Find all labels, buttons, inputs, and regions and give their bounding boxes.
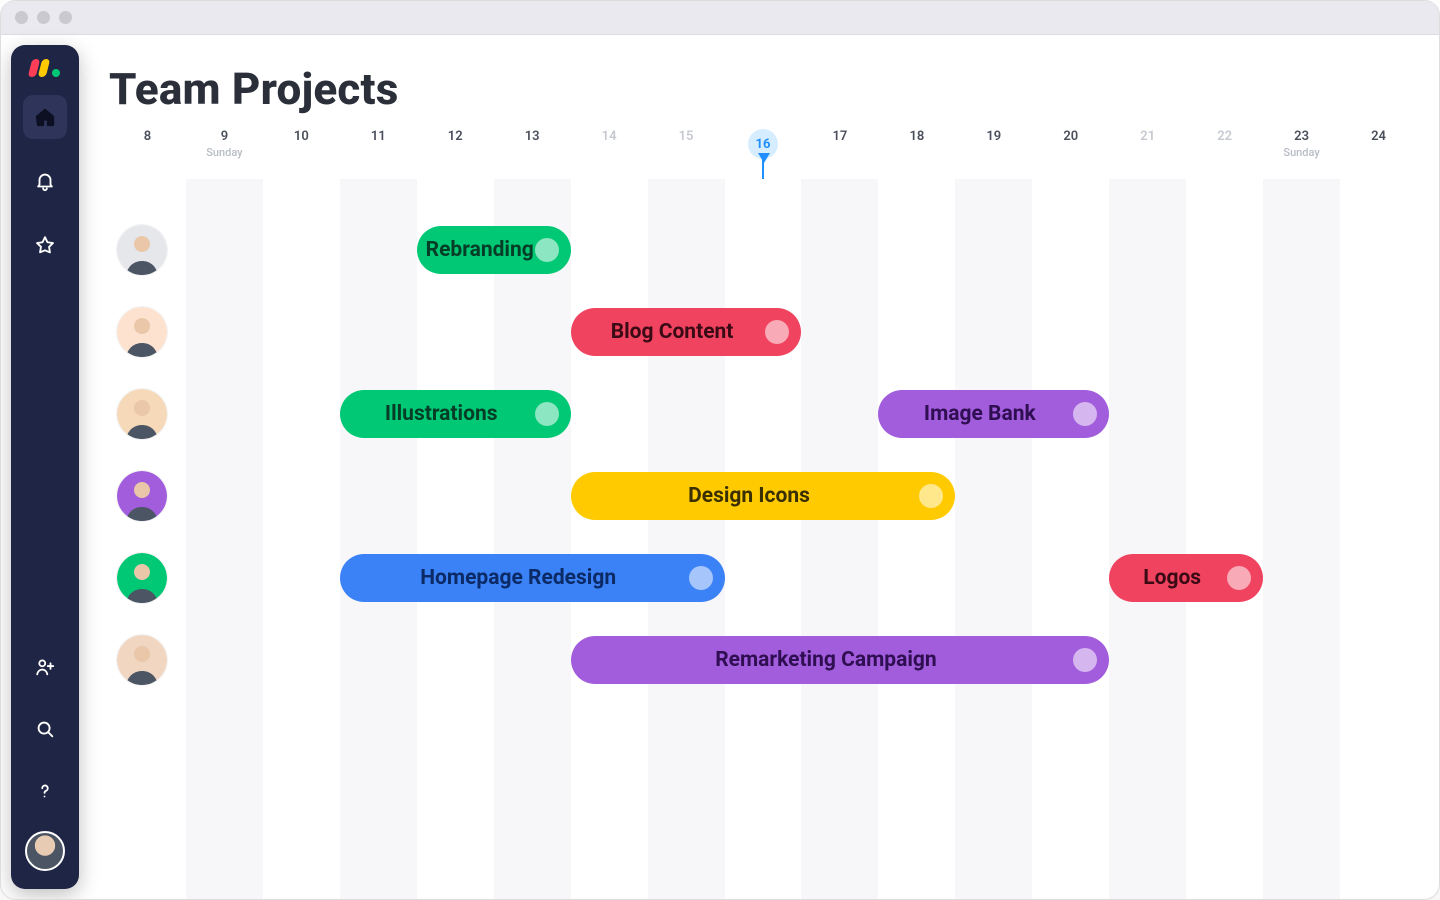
day-label[interactable]: 22	[1186, 129, 1263, 144]
day-label[interactable]: 18	[878, 129, 955, 144]
nav-home[interactable]	[23, 95, 67, 139]
task-bar[interactable]: Rebranding	[417, 226, 571, 274]
task-label: Design Icons	[688, 484, 810, 508]
nav-favorites[interactable]	[23, 223, 67, 267]
minimize-dot[interactable]	[37, 11, 50, 24]
timeline-rows: Rebranding Blog Content Illustrations Image…	[109, 209, 1417, 701]
bell-icon	[34, 170, 56, 192]
main: Team Projects 89Sunday101112131415161718…	[79, 35, 1439, 899]
home-icon	[34, 106, 56, 128]
zoom-dot[interactable]	[59, 11, 72, 24]
sidebar-bottom	[23, 645, 67, 877]
help-icon	[34, 780, 56, 802]
task-resize-handle[interactable]	[689, 566, 713, 590]
day-label[interactable]: 19	[955, 129, 1032, 144]
task-label: Remarketing Campaign	[715, 648, 936, 672]
timeline-row: Homepage Redesign Logos	[109, 537, 1417, 619]
task-resize-handle[interactable]	[1073, 648, 1097, 672]
user-plus-icon	[34, 656, 56, 678]
timeline-row: Design Icons	[109, 455, 1417, 537]
task-bar[interactable]: Logos	[1109, 554, 1263, 602]
assignee-avatar[interactable]	[117, 307, 167, 357]
day-label[interactable]: 10	[263, 129, 340, 144]
sidebar-nav	[11, 95, 79, 267]
current-user-avatar[interactable]	[25, 831, 65, 871]
day-label[interactable]: 20	[1032, 129, 1109, 144]
task-resize-handle[interactable]	[919, 484, 943, 508]
nav-notifications[interactable]	[23, 159, 67, 203]
task-label: Homepage Redesign	[420, 566, 616, 590]
timeline-row: Blog Content	[109, 291, 1417, 373]
task-label: Illustrations	[385, 402, 498, 426]
assignee-avatar[interactable]	[117, 471, 167, 521]
day-label[interactable]: 15	[648, 129, 725, 144]
titlebar	[1, 1, 1439, 35]
assignee-avatar[interactable]	[117, 553, 167, 603]
day-label[interactable]: 23Sunday	[1263, 129, 1340, 159]
day-label[interactable]: 13	[494, 129, 571, 144]
task-resize-handle[interactable]	[765, 320, 789, 344]
search-icon	[34, 718, 56, 740]
window-controls	[15, 11, 72, 24]
task-resize-handle[interactable]	[535, 402, 559, 426]
task-bar[interactable]: Blog Content	[571, 308, 802, 356]
assignee-avatar[interactable]	[117, 635, 167, 685]
nav-search[interactable]	[23, 707, 67, 751]
day-label[interactable]: 11	[340, 129, 417, 144]
task-resize-handle[interactable]	[1073, 402, 1097, 426]
task-label: Logos	[1143, 566, 1201, 590]
app-body: Team Projects 89Sunday101112131415161718…	[1, 35, 1439, 899]
task-bar[interactable]: Illustrations	[340, 390, 571, 438]
task-label: Rebranding	[426, 238, 534, 262]
task-bar[interactable]: Homepage Redesign	[340, 554, 725, 602]
assignee-avatar[interactable]	[117, 225, 167, 275]
day-label[interactable]: 21	[1109, 129, 1186, 144]
page-title: Team Projects	[109, 63, 1417, 115]
day-label[interactable]: 17	[801, 129, 878, 144]
day-label[interactable]: 24	[1340, 129, 1417, 144]
day-label[interactable]: 14	[571, 129, 648, 144]
nav-invite[interactable]	[23, 645, 67, 689]
timeline-row: Rebranding	[109, 209, 1417, 291]
day-label[interactable]: 8	[109, 129, 186, 144]
assignee-avatar[interactable]	[117, 389, 167, 439]
today-marker-icon	[758, 153, 770, 163]
nav-help[interactable]	[23, 769, 67, 813]
timeline-row: Illustrations Image Bank	[109, 373, 1417, 455]
timeline[interactable]: 89Sunday1011121314151617181920212223Sund…	[109, 123, 1417, 899]
task-bar[interactable]: Remarketing Campaign	[571, 636, 1110, 684]
timeline-header: 89Sunday1011121314151617181920212223Sund…	[109, 123, 1417, 179]
task-resize-handle[interactable]	[535, 238, 559, 262]
task-label: Blog Content	[611, 320, 734, 344]
app-window: Team Projects 89Sunday101112131415161718…	[0, 0, 1440, 900]
day-label[interactable]: 12	[417, 129, 494, 144]
task-bar[interactable]: Image Bank	[878, 390, 1109, 438]
timeline-row: Remarketing Campaign	[109, 619, 1417, 701]
app-logo[interactable]	[30, 59, 60, 77]
task-bar[interactable]: Design Icons	[571, 472, 956, 520]
task-resize-handle[interactable]	[1227, 566, 1251, 590]
star-icon	[34, 234, 56, 256]
day-label[interactable]: 9Sunday	[186, 129, 263, 159]
task-label: Image Bank	[924, 402, 1036, 426]
sidebar	[11, 45, 79, 889]
close-dot[interactable]	[15, 11, 28, 24]
